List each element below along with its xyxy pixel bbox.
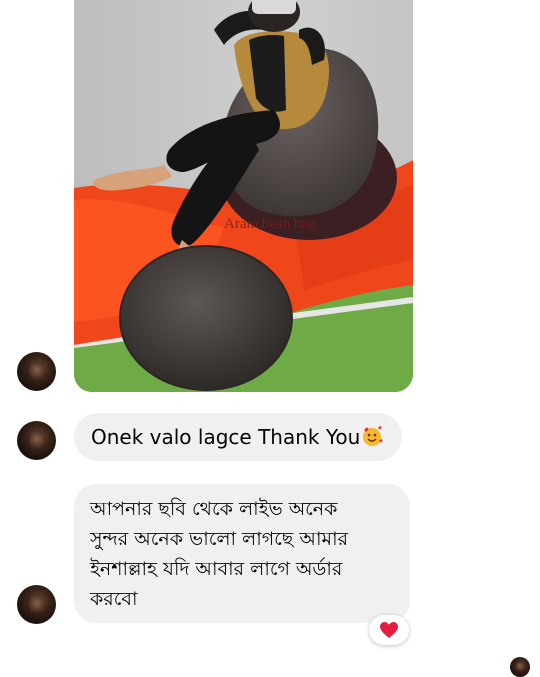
message-line: করবো xyxy=(90,588,138,610)
seen-indicator-avatar xyxy=(510,657,530,677)
message-line: আপনার ছবি থেকে লাইভ অনেক xyxy=(90,498,338,520)
message-text: Onek valo lagce Thank You xyxy=(91,425,361,449)
sender-avatar[interactable] xyxy=(17,352,56,391)
shared-photo[interactable]: Aram bean bag xyxy=(74,0,413,392)
message-line: সুন্দর অনেক ভালো লাগছে আমার xyxy=(90,528,349,550)
message-bubble[interactable]: Onek valo lagce Thank You xyxy=(74,413,402,461)
message-line: ইনশাল্লাহ যদি আবার লাগে অর্ডার xyxy=(90,558,343,580)
sender-avatar[interactable] xyxy=(17,421,56,460)
sender-avatar[interactable] xyxy=(17,585,56,624)
watermark-text: Aram bean bag xyxy=(224,216,316,232)
heart-reaction[interactable] xyxy=(369,615,409,645)
smiling-face-with-hearts-icon xyxy=(361,416,383,446)
message-bubble[interactable]: আপনার ছবি থেকে লাইভ অনেক সুন্দর অনেক ভাল… xyxy=(74,484,410,623)
heart-icon xyxy=(380,622,398,638)
